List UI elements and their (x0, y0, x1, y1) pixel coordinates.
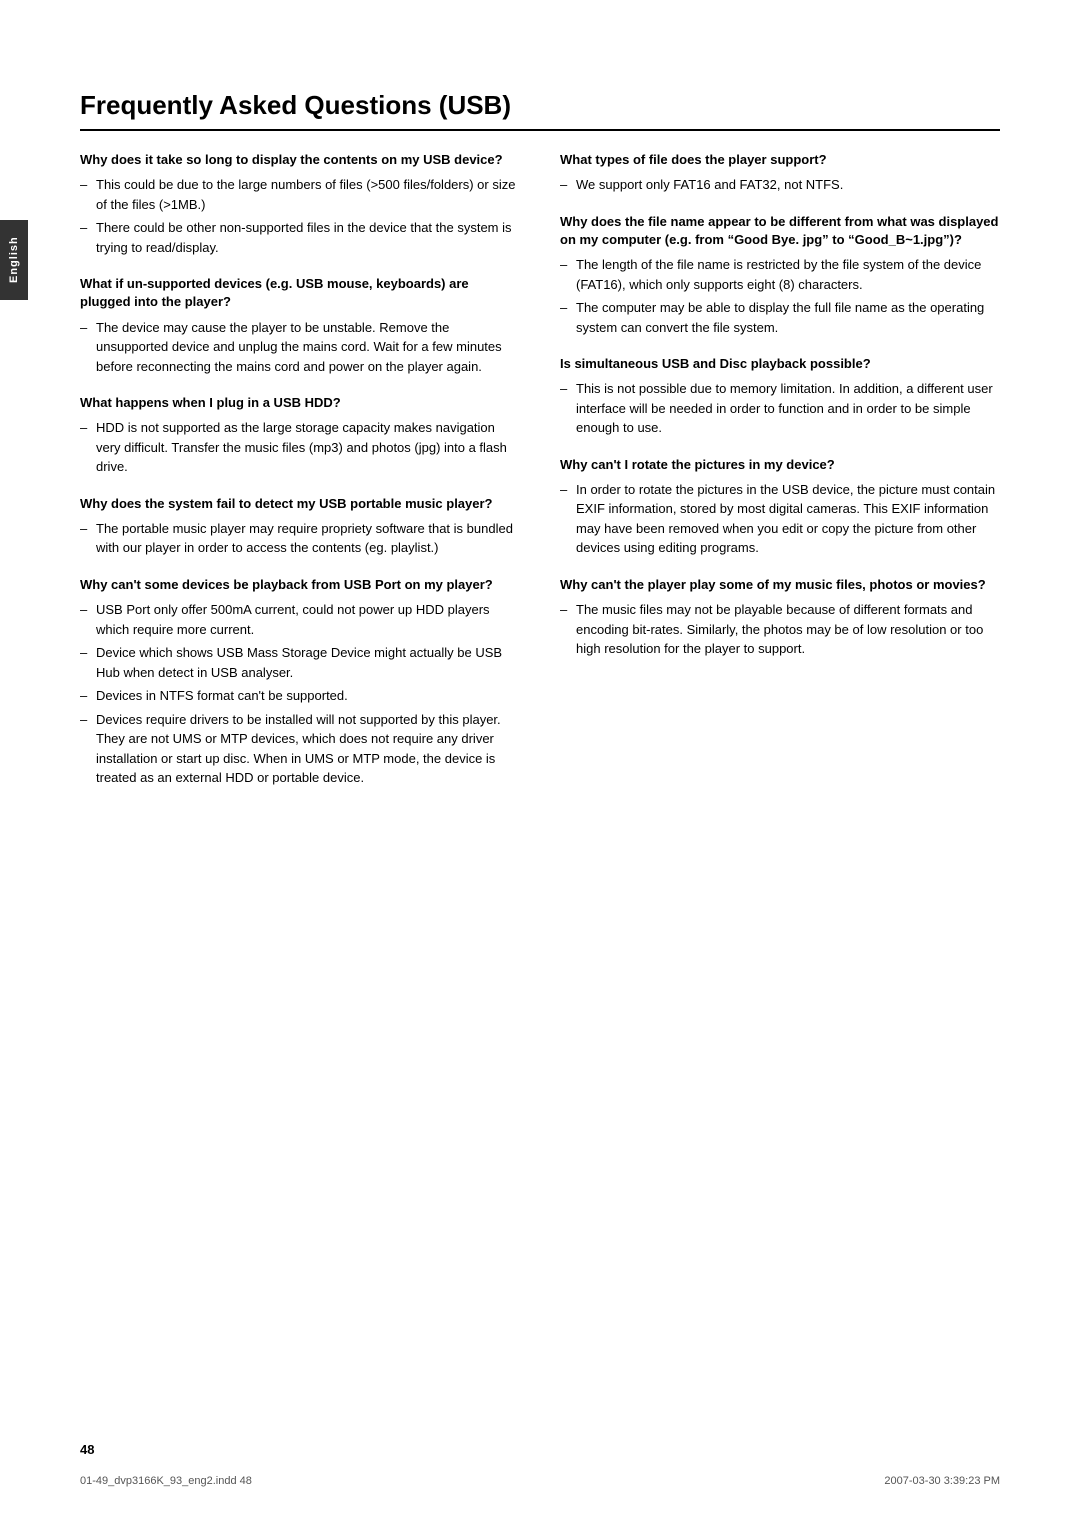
faq-question-q5: Why can't some devices be playback from … (80, 576, 520, 594)
faq-answer-item: The device may cause the player to be un… (80, 318, 520, 377)
footer: 01-49_dvp3166K_93_eng2.indd 48 2007-03-3… (80, 1475, 1000, 1487)
faq-section-q4: Why does the system fail to detect my US… (80, 495, 520, 558)
language-tab-label: English (8, 237, 20, 284)
footer-timestamp: 2007-03-30 3:39:23 PM (884, 1475, 1000, 1487)
faq-section-q8: Is simultaneous USB and Disc playback po… (560, 355, 1000, 438)
faq-question-q8: Is simultaneous USB and Disc playback po… (560, 355, 1000, 373)
faq-answer-item: Device which shows USB Mass Storage Devi… (80, 643, 520, 682)
faq-answer-q5: USB Port only offer 500mA current, could… (80, 600, 520, 788)
faq-question-q9: Why can't I rotate the pictures in my de… (560, 456, 1000, 474)
faq-section-q3: What happens when I plug in a USB HDD? HD… (80, 394, 520, 477)
faq-question-q10: Why can't the player play some of my mus… (560, 576, 1000, 594)
right-column: What types of file does the player suppo… (560, 151, 1000, 806)
main-content: Frequently Asked Questions (USB) Why doe… (80, 60, 1000, 806)
faq-answer-item: The music files may not be playable beca… (560, 600, 1000, 659)
faq-answer-q8: This is not possible due to memory limit… (560, 379, 1000, 438)
faq-question-q4: Why does the system fail to detect my US… (80, 495, 520, 513)
faq-section-q6: What types of file does the player suppo… (560, 151, 1000, 195)
faq-answer-q1: This could be due to the large numbers o… (80, 175, 520, 257)
faq-question-q6: What types of file does the player suppo… (560, 151, 1000, 169)
page-container: English Frequently Asked Questions (USB)… (0, 0, 1080, 1527)
faq-section-q1: Why does it take so long to display the … (80, 151, 520, 257)
faq-answer-q3: HDD is not supported as the large storag… (80, 418, 520, 477)
faq-answer-q4: The portable music player may require pr… (80, 519, 520, 558)
language-side-tab: English (0, 220, 28, 300)
faq-answer-item: Devices require drivers to be installed … (80, 710, 520, 788)
faq-answer-item: Devices in NTFS format can't be supporte… (80, 686, 520, 706)
faq-answer-item: The length of the file name is restricte… (560, 255, 1000, 294)
faq-section-q2: What if un-supported devices (e.g. USB m… (80, 275, 520, 376)
faq-answer-q7: The length of the file name is restricte… (560, 255, 1000, 337)
faq-question-q3: What happens when I plug in a USB HDD? (80, 394, 520, 412)
faq-answer-q9: In order to rotate the pictures in the U… (560, 480, 1000, 558)
faq-answer-item: This is not possible due to memory limit… (560, 379, 1000, 438)
faq-question-q1: Why does it take so long to display the … (80, 151, 520, 169)
faq-answer-item: This could be due to the large numbers o… (80, 175, 520, 214)
faq-answer-item: The computer may be able to display the … (560, 298, 1000, 337)
left-column: Why does it take so long to display the … (80, 151, 520, 806)
faq-section-q5: Why can't some devices be playback from … (80, 576, 520, 788)
two-column-layout: Why does it take so long to display the … (80, 151, 1000, 806)
faq-answer-item: In order to rotate the pictures in the U… (560, 480, 1000, 558)
faq-section-q7: Why does the file name appear to be diff… (560, 213, 1000, 337)
faq-section-q9: Why can't I rotate the pictures in my de… (560, 456, 1000, 558)
page-title: Frequently Asked Questions (USB) (80, 90, 1000, 131)
faq-answer-item: We support only FAT16 and FAT32, not NTF… (560, 175, 1000, 195)
page-number: 48 (80, 1442, 94, 1457)
faq-question-q7: Why does the file name appear to be diff… (560, 213, 1000, 249)
faq-answer-item: There could be other non-supported files… (80, 218, 520, 257)
faq-answer-item: The portable music player may require pr… (80, 519, 520, 558)
faq-answer-q2: The device may cause the player to be un… (80, 318, 520, 377)
faq-section-q10: Why can't the player play some of my mus… (560, 576, 1000, 659)
faq-answer-item: HDD is not supported as the large storag… (80, 418, 520, 477)
faq-question-q2: What if un-supported devices (e.g. USB m… (80, 275, 520, 311)
faq-answer-item: USB Port only offer 500mA current, could… (80, 600, 520, 639)
faq-answer-q6: We support only FAT16 and FAT32, not NTF… (560, 175, 1000, 195)
faq-answer-q10: The music files may not be playable beca… (560, 600, 1000, 659)
footer-filename: 01-49_dvp3166K_93_eng2.indd 48 (80, 1475, 252, 1487)
